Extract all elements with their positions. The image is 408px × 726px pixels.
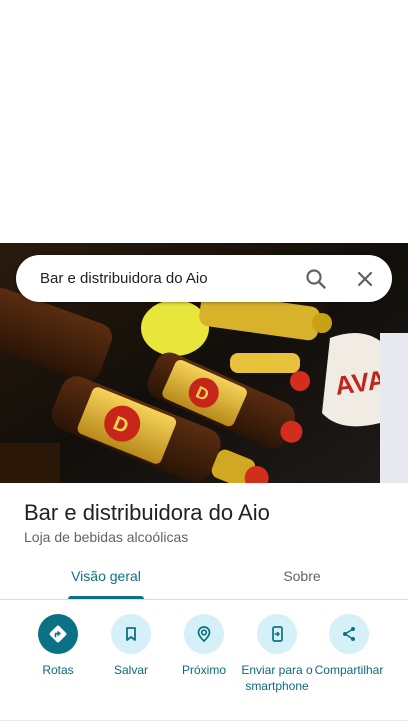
nearby-button[interactable]: Próximo	[166, 614, 242, 678]
place-title: Bar e distribuidora do Aio	[24, 500, 270, 525]
search-input[interactable]: Bar e distribuidora do Aio	[40, 255, 208, 302]
tab-about[interactable]: Sobre	[256, 562, 348, 600]
directions-icon	[38, 614, 78, 654]
send-to-phone-button[interactable]: Enviar para o smartphone	[239, 614, 315, 694]
share-label: Compartilhar	[314, 663, 384, 677]
tab-overview[interactable]: Visão geral	[60, 562, 152, 600]
directions-button[interactable]: Rotas	[20, 614, 96, 678]
search-bar[interactable]: Bar e distribuidora do Aio	[16, 255, 392, 302]
send-to-phone-label: Enviar para o smartphone	[241, 663, 313, 693]
search-icon[interactable]	[300, 263, 332, 295]
tabs-divider	[0, 599, 408, 600]
close-icon[interactable]	[349, 263, 381, 295]
bottom-divider	[0, 720, 408, 721]
map-area-blank	[0, 0, 408, 243]
share-button[interactable]: Compartilhar	[311, 614, 387, 678]
send-to-phone-icon	[257, 614, 297, 654]
nearby-icon	[184, 614, 224, 654]
place-category: Loja de bebidas alcoólicas	[24, 529, 189, 545]
bookmark-icon	[111, 614, 151, 654]
share-icon	[329, 614, 369, 654]
nearby-label: Próximo	[181, 663, 226, 677]
directions-label: Rotas	[42, 663, 74, 677]
save-label: Salvar	[113, 663, 148, 677]
save-button[interactable]: Salvar	[93, 614, 169, 678]
